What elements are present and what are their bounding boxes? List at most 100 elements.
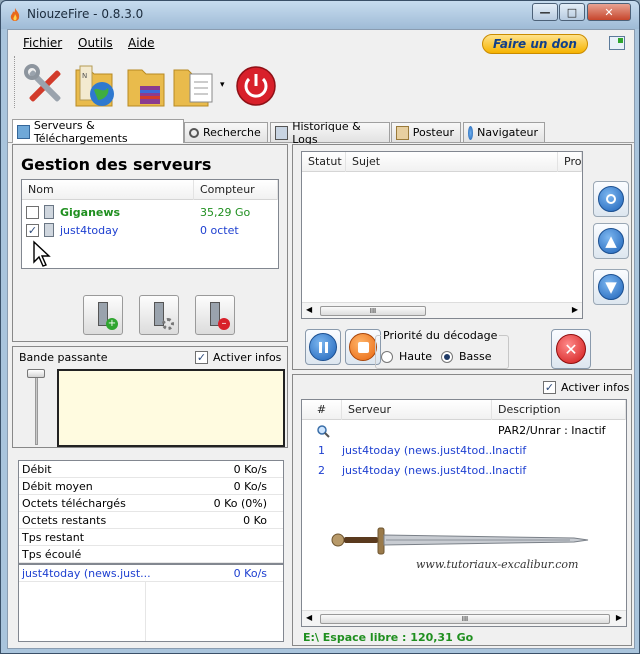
servers-panel: Gestion des serveurs Nom Compteur Gigane… <box>12 144 288 342</box>
move-down-button[interactable]: ▼ <box>593 269 629 305</box>
arrow-up-icon: ▲ <box>598 228 624 254</box>
connections-activer-label: Activer infos <box>561 381 630 394</box>
scroll-right-arrow-icon[interactable]: ▶ <box>572 305 578 314</box>
search-icon <box>598 186 624 212</box>
server-checkbox-checked[interactable]: ✓ <box>26 224 39 237</box>
server-counter: 0 octet <box>200 224 239 237</box>
col-progression[interactable]: Pro <box>558 152 582 172</box>
server-name: Giganews <box>60 206 121 219</box>
col-nom[interactable]: Nom <box>22 180 194 200</box>
col-statut[interactable]: Statut <box>302 152 346 172</box>
plus-icon: + <box>106 318 118 330</box>
cancel-button[interactable]: ✕ <box>551 329 591 369</box>
pause-button[interactable] <box>305 329 341 365</box>
connection-row[interactable]: 2 just4today (news.just4tod... Inactif <box>302 462 626 480</box>
scroll-left-arrow-icon[interactable]: ◀ <box>306 613 312 622</box>
connection-summary-name: just4today (news.just... <box>22 567 151 580</box>
document-folder-icon[interactable] <box>170 60 218 110</box>
menu-aide[interactable]: Aide <box>128 36 155 50</box>
flame-icon <box>10 8 20 21</box>
tab-recherche-label: Recherche <box>203 126 261 139</box>
magnifier-icon <box>189 127 199 138</box>
stat-label: Tps restant <box>22 531 85 544</box>
tab-recherche[interactable]: Recherche <box>184 122 268 142</box>
stat-value: 0 Ko/s <box>233 480 267 493</box>
stats-table: Débit 0 Ko/s Débit moyen 0 Ko/s Octets téléc… <box>18 460 284 564</box>
nzb-globe-icon[interactable]: N <box>72 60 120 110</box>
move-up-button[interactable]: ▲ <box>593 223 629 259</box>
window-restore-icon[interactable] <box>609 36 625 50</box>
settings-icon[interactable] <box>22 60 70 110</box>
col-serveur[interactable]: Serveur <box>342 400 492 420</box>
search-icon <box>317 425 330 438</box>
tab-serveurs[interactable]: Serveurs & Téléchargements <box>12 118 184 145</box>
stat-label: Débit <box>22 463 52 476</box>
add-server-button[interactable]: + <box>83 295 123 335</box>
server-row[interactable]: ✓ just4today 0 octet <box>22 222 278 240</box>
connections-activer-checkbox[interactable]: ✓ <box>543 381 556 394</box>
remove-server-button[interactable]: – <box>195 295 235 335</box>
server-icon <box>44 223 54 237</box>
connection-row[interactable]: 1 just4today (news.just4tod... Inactif <box>302 442 626 460</box>
servers-list[interactable]: Nom Compteur Giganews 35,29 Go ✓ just4to… <box>21 179 279 269</box>
app-window: NiouzeFire - 0.8.3.0 — □ ✕ Fichier Outil… <box>0 0 640 654</box>
toolbar-grip <box>14 56 16 108</box>
title-bar[interactable]: NiouzeFire - 0.8.3.0 — □ ✕ <box>1 1 639 29</box>
tab-serveurs-label: Serveurs & Téléchargements <box>33 118 128 145</box>
configure-server-button[interactable] <box>139 295 179 335</box>
bandwidth-slider-track[interactable] <box>35 373 38 445</box>
donate-button[interactable]: Faire un don <box>482 34 588 54</box>
connection-row[interactable]: PAR2/Unrar : Inactif <box>302 422 626 440</box>
radio-basse[interactable] <box>441 351 453 363</box>
downloads-list[interactable]: Statut Sujet Pro ◀ III ▶ <box>301 151 583 319</box>
bandwidth-activer-checkbox[interactable]: ✓ <box>195 351 208 364</box>
tab-historique[interactable]: Historique & Logs <box>270 120 390 146</box>
stat-value: 0 Ko <box>243 514 267 527</box>
connections-scroll-thumb[interactable]: III <box>320 614 610 624</box>
connections-list[interactable]: # Serveur Description PAR2/Unrar : Inact… <box>301 399 627 627</box>
bandwidth-title: Bande passante <box>19 351 108 364</box>
menu-outils[interactable]: Outils <box>78 36 113 50</box>
stat-value: 0 Ko (0%) <box>213 497 267 510</box>
col-compteur[interactable]: Compteur <box>194 180 278 200</box>
archive-folder-icon[interactable] <box>122 60 170 110</box>
connection-summary-list[interactable]: just4today (news.just... 0 Ko/s <box>18 564 284 642</box>
bandwidth-slider-thumb[interactable] <box>27 369 45 378</box>
col-sujet[interactable]: Sujet <box>346 152 558 172</box>
server-icon <box>44 205 54 219</box>
scroll-right-arrow-icon[interactable]: ▶ <box>616 613 622 622</box>
tab-posteur[interactable]: Posteur <box>391 122 461 142</box>
maximize-button[interactable]: □ <box>559 3 585 21</box>
tab-navigateur[interactable]: Navigateur <box>463 122 545 142</box>
minimize-button[interactable]: — <box>532 3 558 21</box>
radio-haute[interactable] <box>381 351 393 363</box>
downloads-hscrollbar[interactable]: ◀ III ▶ <box>302 302 582 318</box>
tab-serveurs-icon <box>17 124 30 139</box>
server-counter: 35,29 Go <box>200 206 251 219</box>
free-space-status: E:\ Espace libre : 120,31 Go <box>303 631 474 644</box>
bandwidth-graph <box>57 369 285 447</box>
close-button[interactable]: ✕ <box>587 3 631 21</box>
connections-hscrollbar[interactable]: ◀ III ▶ <box>302 610 626 626</box>
menu-fichier[interactable]: Fichier <box>23 36 62 50</box>
tab-posteur-label: Posteur <box>412 126 454 139</box>
scroll-left-arrow-icon[interactable]: ◀ <box>306 305 312 314</box>
radio-haute-label: Haute <box>399 350 433 363</box>
stat-row: Tps écoulé <box>19 546 283 563</box>
power-icon[interactable] <box>232 60 280 110</box>
connection-number: 1 <box>318 444 325 457</box>
stat-label: Tps écoulé <box>22 548 82 561</box>
stop-icon <box>349 333 377 361</box>
search-button[interactable] <box>593 181 629 217</box>
col-numero[interactable]: # <box>302 400 342 420</box>
col-description[interactable]: Description <box>492 400 626 420</box>
downloads-scroll-thumb[interactable]: III <box>320 306 426 316</box>
connection-summary-row[interactable]: just4today (news.just... 0 Ko/s <box>19 565 283 582</box>
poster-icon <box>396 125 409 140</box>
server-checkbox[interactable] <box>26 206 39 219</box>
watermark-text: www.tutoriaux-excalibur.com <box>416 558 579 571</box>
toolbar-dropdown-arrow[interactable]: ▾ <box>220 80 225 90</box>
stat-row: Tps restant <box>19 529 283 546</box>
connection-description: Inactif <box>492 444 527 457</box>
server-row[interactable]: Giganews 35,29 Go <box>22 204 278 222</box>
